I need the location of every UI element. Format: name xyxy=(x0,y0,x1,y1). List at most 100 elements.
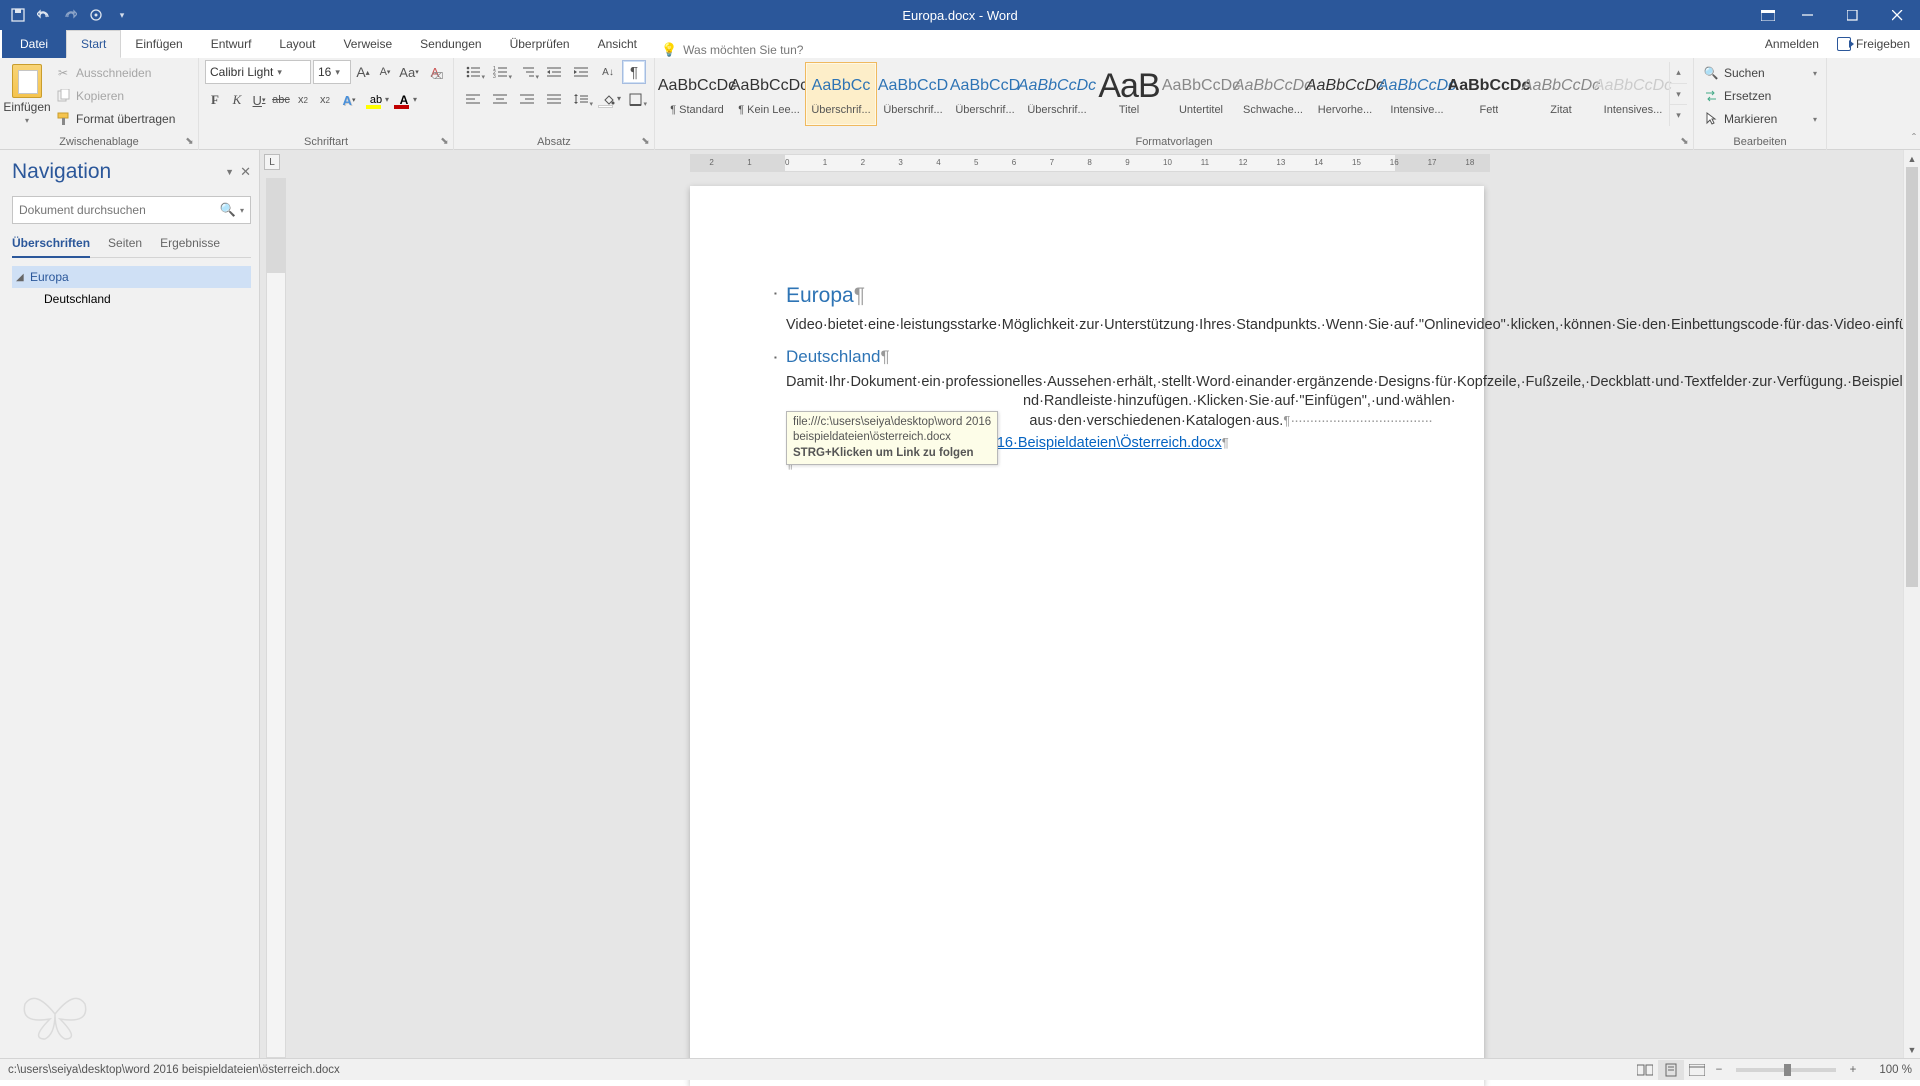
vertical-scrollbar[interactable]: ▲ ▼ xyxy=(1903,150,1920,1058)
zoom-in-button[interactable]: + xyxy=(1844,1064,1862,1076)
tab-verweise[interactable]: Verweise xyxy=(329,30,406,58)
zoom-out-button[interactable]: − xyxy=(1710,1064,1728,1076)
tab-layout[interactable]: Layout xyxy=(265,30,329,58)
sort-button[interactable]: A↓ xyxy=(595,61,621,83)
style-item[interactable]: AaBbCcDcSchwache... xyxy=(1237,62,1309,126)
show-hide-marks-button[interactable]: ¶ xyxy=(622,60,646,84)
bullets-button[interactable]: ▾ xyxy=(460,61,486,83)
tab-sendungen[interactable]: Sendungen xyxy=(406,30,495,58)
touch-mode-icon[interactable] xyxy=(84,3,108,27)
search-icon[interactable]: 🔍 xyxy=(220,202,236,218)
vertical-ruler[interactable] xyxy=(266,178,286,1058)
nav-heading-europa[interactable]: ◢Europa xyxy=(12,266,251,288)
style-item[interactable]: AaBbCcDc¶ Kein Lee... xyxy=(733,62,805,126)
style-item[interactable]: AaBbCcDcZitat xyxy=(1525,62,1597,126)
tab-ueberpruefen[interactable]: Überprüfen xyxy=(496,30,584,58)
nav-heading-deutschland[interactable]: Deutschland xyxy=(12,288,251,310)
justify-button[interactable] xyxy=(541,88,567,110)
text-effects-button[interactable]: A▾ xyxy=(337,88,361,112)
nav-search-box[interactable]: 🔍 ▾ xyxy=(12,196,251,224)
ribbon-display-options-icon[interactable] xyxy=(1751,0,1785,30)
align-center-button[interactable] xyxy=(487,88,513,110)
share-button[interactable]: Freigeben xyxy=(1837,37,1910,51)
search-options-icon[interactable]: ▾ xyxy=(240,206,244,215)
borders-button[interactable]: ▾ xyxy=(622,88,648,110)
close-button[interactable] xyxy=(1875,0,1920,30)
scroll-up-icon[interactable]: ▲ xyxy=(1904,150,1920,167)
style-item[interactable]: AaBbCcDÜberschrif... xyxy=(949,62,1021,126)
scroll-thumb[interactable] xyxy=(1906,167,1918,587)
tab-einfuegen[interactable]: Einfügen xyxy=(121,30,196,58)
increase-indent-button[interactable] xyxy=(568,61,594,83)
style-item[interactable]: AaBbCcDcIntensives... xyxy=(1597,62,1669,126)
decrease-indent-button[interactable] xyxy=(541,61,567,83)
zoom-slider-thumb[interactable] xyxy=(1784,1064,1791,1076)
web-layout-icon[interactable] xyxy=(1684,1060,1710,1080)
underline-button[interactable]: U▾ xyxy=(249,88,269,112)
save-icon[interactable] xyxy=(6,3,30,27)
tell-me-search[interactable]: 💡 Was möchten Sie tun? xyxy=(661,42,803,58)
nav-close-icon[interactable]: ✕ xyxy=(240,164,251,180)
subscript-button[interactable]: x2 xyxy=(293,88,313,112)
file-tab[interactable]: Datei xyxy=(2,30,66,58)
numbering-button[interactable]: 123▾ xyxy=(487,61,513,83)
style-item[interactable]: AaBbCcDcHervorhe... xyxy=(1309,62,1381,126)
cut-button[interactable]: ✂Ausschneiden xyxy=(52,62,192,84)
style-item[interactable]: AaBbCcDcFett xyxy=(1453,62,1525,126)
tab-selector-icon[interactable]: L xyxy=(264,154,280,170)
nav-tab-pages[interactable]: Seiten xyxy=(108,236,142,257)
sign-in-link[interactable]: Anmelden xyxy=(1765,37,1819,51)
collapse-ribbon-icon[interactable]: ˆ xyxy=(1912,131,1916,145)
copy-button[interactable]: Kopieren xyxy=(52,85,192,107)
zoom-level[interactable]: 100 % xyxy=(1862,1064,1912,1076)
nav-search-input[interactable] xyxy=(19,203,220,217)
style-item[interactable]: AaBbCcDcUntertitel xyxy=(1165,62,1237,126)
find-button[interactable]: 🔍Suchen▾ xyxy=(1700,62,1820,84)
format-painter-button[interactable]: Format übertragen xyxy=(52,108,192,130)
style-item[interactable]: AaBbCcDc¶ Standard xyxy=(661,62,733,126)
font-name-combo[interactable]: Calibri Light▾ xyxy=(205,60,311,84)
style-item[interactable]: AaBbCcDcÜberschrif... xyxy=(1021,62,1093,126)
print-layout-icon[interactable] xyxy=(1658,1060,1684,1080)
maximize-button[interactable] xyxy=(1830,0,1875,30)
nav-options-icon[interactable]: ▼ xyxy=(225,167,234,177)
align-right-button[interactable] xyxy=(514,88,540,110)
font-size-combo[interactable]: 16▾ xyxy=(313,60,351,84)
dialog-launcher-icon[interactable]: ⬊ xyxy=(183,135,196,148)
style-item[interactable]: AaBbCcDcIntensive... xyxy=(1381,62,1453,126)
font-color-button[interactable]: A▾ xyxy=(391,89,417,111)
styles-more-button[interactable]: ▴▾▾ xyxy=(1669,62,1687,126)
nav-tab-headings[interactable]: Überschriften xyxy=(12,236,90,258)
dialog-launcher-icon[interactable]: ⬊ xyxy=(1678,135,1691,148)
italic-button[interactable]: K xyxy=(227,88,247,112)
horizontal-ruler[interactable]: 210123456789101112131415161718 xyxy=(690,154,1490,172)
minimize-button[interactable] xyxy=(1785,0,1830,30)
dialog-launcher-icon[interactable]: ⬊ xyxy=(639,135,652,148)
superscript-button[interactable]: x2 xyxy=(315,88,335,112)
redo-icon[interactable] xyxy=(58,3,82,27)
dialog-launcher-icon[interactable]: ⬊ xyxy=(438,135,451,148)
select-button[interactable]: Markieren▾ xyxy=(1700,108,1820,130)
highlight-button[interactable]: ab▾ xyxy=(363,89,389,111)
grow-font-button[interactable]: A▴ xyxy=(353,60,373,84)
change-case-button[interactable]: Aa▾ xyxy=(397,60,421,84)
strikethrough-button[interactable]: abc xyxy=(271,88,291,112)
style-item[interactable]: AaBbCcÜberschrif... xyxy=(805,62,877,126)
replace-button[interactable]: Ersetzen xyxy=(1700,85,1820,107)
undo-icon[interactable] xyxy=(32,3,56,27)
line-spacing-button[interactable]: ▾ xyxy=(568,88,594,110)
tab-ansicht[interactable]: Ansicht xyxy=(584,30,651,58)
style-item[interactable]: AaBbCcDÜberschrif... xyxy=(877,62,949,126)
tab-start[interactable]: Start xyxy=(66,30,121,58)
clear-formatting-button[interactable]: A⌫ xyxy=(423,60,447,84)
style-item[interactable]: AaBTitel xyxy=(1093,62,1165,126)
zoom-slider[interactable] xyxy=(1736,1068,1836,1072)
document-page[interactable]: Europa¶ Video·bietet·eine·leistungsstark… xyxy=(690,186,1484,1086)
qat-customize-icon[interactable]: ▾ xyxy=(110,3,134,27)
paste-button[interactable]: Einfügen ▾ xyxy=(6,60,48,125)
nav-tab-results[interactable]: Ergebnisse xyxy=(160,236,220,257)
shrink-font-button[interactable]: A▾ xyxy=(375,60,395,84)
read-mode-icon[interactable] xyxy=(1632,1060,1658,1080)
bold-button[interactable]: F xyxy=(205,88,225,112)
scroll-down-icon[interactable]: ▼ xyxy=(1904,1041,1920,1058)
